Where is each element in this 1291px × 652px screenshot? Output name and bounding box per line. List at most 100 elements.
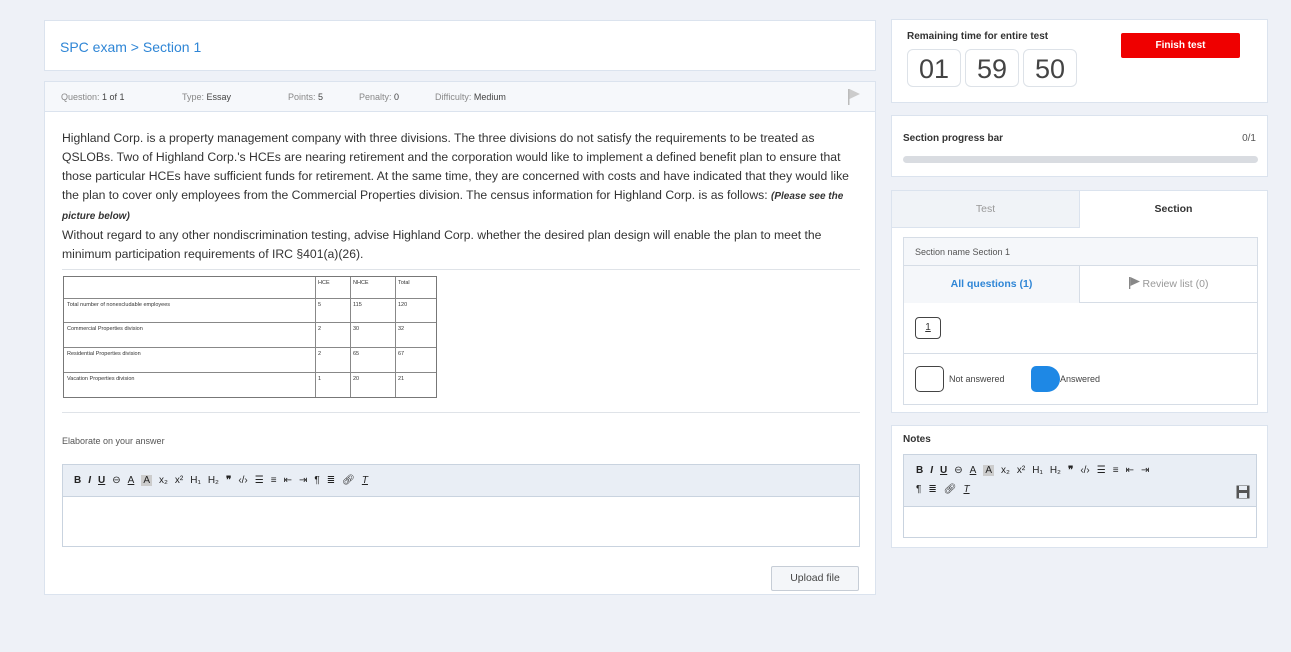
answer-editor: B I U ⊖ A A x₂ x² H₁ H₂ ❞ ‹/› ☰ ≡ ⇤ ⇥ ¶ …: [62, 464, 860, 547]
quote-button[interactable]: ❞: [1068, 465, 1073, 476]
meta-penalty: Penalty: 0: [359, 92, 400, 102]
answered-label: Answered: [1060, 374, 1101, 384]
tab-all-questions[interactable]: All questions (1): [904, 266, 1080, 303]
flag-icon[interactable]: [847, 88, 861, 106]
heading1-button[interactable]: H₁: [190, 475, 201, 486]
navigation-panel: Test Section Section name Section 1 All …: [891, 190, 1268, 413]
rtl-icon[interactable]: ¶: [314, 475, 319, 486]
timer-seconds: 50: [1023, 49, 1077, 87]
underline-button[interactable]: U: [98, 475, 105, 486]
link-icon[interactable]: 🔗︎: [342, 475, 355, 486]
strike-button[interactable]: ⊖: [954, 465, 962, 476]
census-col-divider: [315, 277, 316, 397]
census-col-divider: [350, 277, 351, 397]
notes-panel: Notes B I U ⊖ A A x₂ x² H₁ H₂ ❞ ‹/› ☰ ≡ …: [891, 425, 1268, 548]
census-cell: 5: [318, 302, 322, 308]
breadcrumb[interactable]: SPC exam > Section 1: [60, 39, 201, 55]
upload-file-button[interactable]: Upload file: [771, 566, 859, 591]
bold-button[interactable]: B: [916, 465, 923, 476]
section-tabs: All questions (1) Review list (0): [904, 266, 1257, 303]
question-panel: Question: 1 of 1 Type: Essay Points: 5 P…: [44, 81, 876, 595]
text-color-button[interactable]: A: [128, 475, 135, 486]
meta-difficulty: Difficulty: Medium: [435, 92, 506, 102]
italic-button[interactable]: I: [930, 465, 933, 476]
tab-section[interactable]: Section: [1080, 191, 1267, 228]
question-paragraph-1: Highland Corp. is a property management …: [62, 131, 849, 202]
timer-hours: 01: [907, 49, 961, 87]
ordered-list-icon[interactable]: ☰: [1097, 465, 1106, 476]
text-color-button[interactable]: A: [970, 465, 977, 476]
strike-button[interactable]: ⊖: [112, 475, 120, 486]
progress-count: 0/1: [1242, 133, 1256, 144]
code-button[interactable]: ‹/›: [1080, 465, 1089, 476]
rtl-icon[interactable]: ¶: [916, 484, 921, 495]
code-button[interactable]: ‹/›: [238, 475, 247, 486]
bold-button[interactable]: B: [74, 475, 81, 486]
notes-toolbar-row: ¶ ≣ 🔗︎ T: [916, 484, 970, 495]
census-cell: 67: [398, 351, 405, 357]
section-box: Section name Section 1 All questions (1)…: [903, 237, 1258, 405]
timer-panel: Remaining time for entire test Finish te…: [891, 19, 1268, 103]
divider: [62, 412, 860, 413]
highlight-button[interactable]: A: [141, 475, 152, 486]
link-icon[interactable]: 🔗︎: [944, 484, 957, 495]
outdent-icon[interactable]: ⇤: [284, 475, 292, 486]
census-cell: 2: [318, 351, 322, 357]
save-icon[interactable]: [1236, 485, 1250, 499]
underline-button[interactable]: U: [940, 465, 947, 476]
notes-editor: B I U ⊖ A A x₂ x² H₁ H₂ ❞ ‹/› ☰ ≡ ⇤ ⇥ ¶ …: [903, 454, 1257, 538]
outdent-icon[interactable]: ⇤: [1126, 465, 1134, 476]
answer-legend: Not answered Answered: [904, 354, 1257, 404]
finish-test-button[interactable]: Finish test: [1121, 33, 1240, 58]
meta-question: Question: 1 of 1: [61, 92, 125, 102]
notes-toolbar-row: B I U ⊖ A A x₂ x² H₁ H₂ ❞ ‹/› ☰ ≡ ⇤ ⇥: [916, 465, 1149, 476]
census-cell: 1: [318, 376, 322, 382]
quote-button[interactable]: ❞: [226, 475, 231, 486]
census-cell: 20: [353, 376, 360, 382]
indent-icon[interactable]: ⇥: [1141, 465, 1149, 476]
notes-toolbar: B I U ⊖ A A x₂ x² H₁ H₂ ❞ ‹/› ☰ ≡ ⇤ ⇥ ¶ …: [904, 455, 1256, 507]
clear-format-icon[interactable]: T: [362, 475, 368, 486]
subscript-button[interactable]: x₂: [1001, 465, 1010, 476]
census-cell: 65: [353, 351, 360, 357]
clear-format-icon[interactable]: T: [963, 484, 969, 495]
question-grid: 1: [904, 303, 1257, 354]
bullet-list-icon[interactable]: ≡: [1113, 465, 1119, 476]
heading2-button[interactable]: H₂: [1050, 465, 1061, 476]
highlight-button[interactable]: A: [983, 465, 994, 476]
divider: [62, 269, 860, 270]
census-header: HCE: [318, 280, 330, 286]
breadcrumb-panel: SPC exam > Section 1: [44, 20, 876, 71]
timer-minutes: 59: [965, 49, 1019, 87]
align-icon[interactable]: ≣: [327, 475, 335, 486]
indent-icon[interactable]: ⇥: [299, 475, 307, 486]
italic-button[interactable]: I: [88, 475, 91, 486]
census-header-row: [64, 277, 436, 299]
census-cell: 32: [398, 326, 405, 332]
answer-label: Elaborate on your answer: [62, 436, 165, 446]
question-number-button[interactable]: 1: [915, 317, 941, 339]
answered-swatch: [1031, 366, 1060, 392]
census-cell: Total number of nonexcludable employees: [67, 302, 171, 308]
bullet-list-icon[interactable]: ≡: [271, 475, 277, 486]
census-cell: 30: [353, 326, 360, 332]
meta-points: Points: 5: [288, 92, 324, 102]
census-cell: 21: [398, 376, 405, 382]
tab-test[interactable]: Test: [892, 191, 1080, 228]
timer-label: Remaining time for entire test: [907, 31, 1049, 42]
superscript-button[interactable]: x²: [175, 475, 183, 486]
heading2-button[interactable]: H₂: [208, 475, 219, 486]
progress-track: [903, 156, 1258, 163]
heading1-button[interactable]: H₁: [1032, 465, 1043, 476]
ordered-list-icon[interactable]: ☰: [255, 475, 264, 486]
census-cell: 120: [398, 302, 408, 308]
tab-review-list[interactable]: Review list (0): [1080, 266, 1257, 303]
align-icon[interactable]: ≣: [928, 484, 936, 495]
subscript-button[interactable]: x₂: [159, 475, 168, 486]
progress-panel: Section progress bar 0/1: [891, 115, 1268, 177]
census-cell: 2: [318, 326, 322, 332]
superscript-button[interactable]: x²: [1017, 465, 1025, 476]
census-cell: 115: [353, 302, 362, 308]
census-cell: Vacation Properties division: [67, 376, 135, 382]
flag-icon: [1128, 277, 1140, 289]
